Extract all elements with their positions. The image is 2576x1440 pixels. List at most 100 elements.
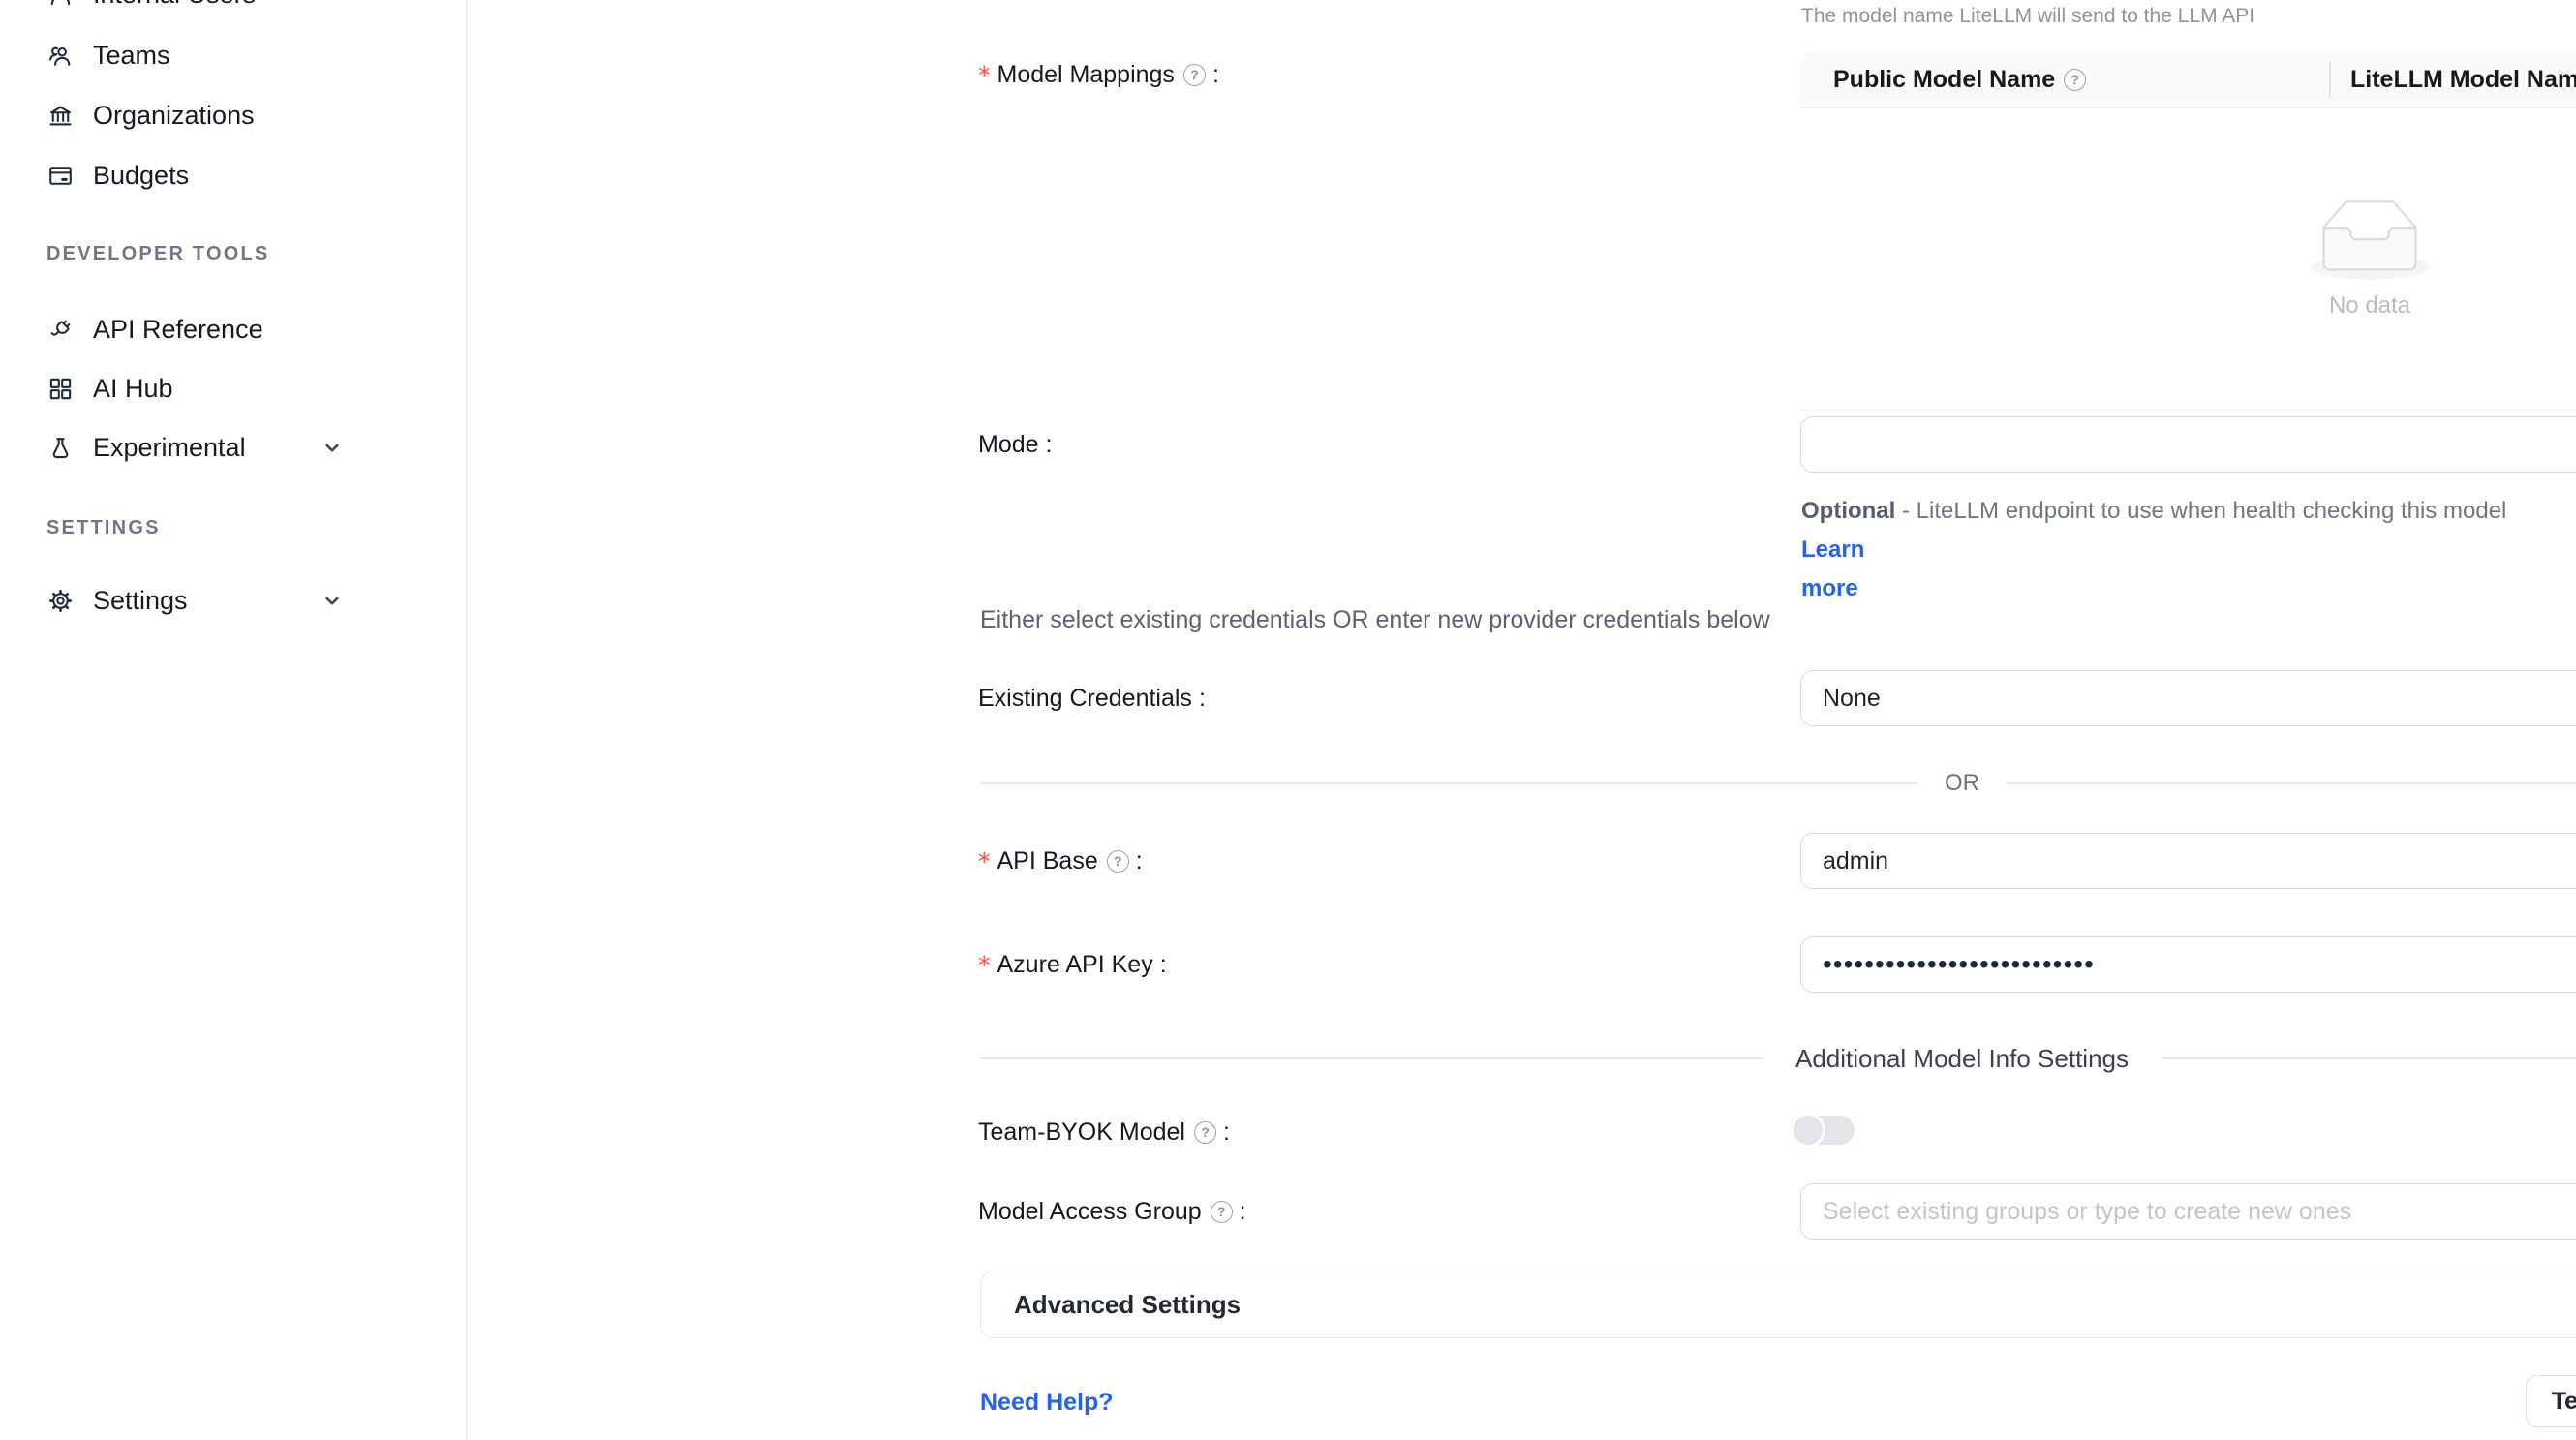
learn-more-link[interactable]: more (1801, 575, 1858, 601)
sidebar-item-label: Internal Users (93, 0, 256, 10)
advanced-settings-title: Advanced Settings (981, 1290, 1241, 1320)
sidebar-item-label: Organizations (93, 101, 255, 131)
sidebar-item-label: Settings (93, 586, 188, 616)
existing-credentials-value: None (1801, 685, 1881, 713)
mode-label: Mode (978, 431, 1039, 459)
mode-help-body: - LiteLLM endpoint to use when health ch… (1902, 498, 2506, 524)
api-base-input[interactable] (1801, 834, 2576, 888)
existing-credentials-select[interactable]: None (1800, 670, 2576, 726)
sidebar-item-ai-hub[interactable]: AI Hub (0, 359, 467, 417)
column-divider (2329, 62, 2331, 99)
sidebar-group-developer-tools: DEVELOPER TOOLS (46, 243, 269, 265)
team-byok-label-row: Team-BYOK Model ? : (978, 1115, 1230, 1149)
model-access-group-placeholder: Select existing groups or type to create… (1801, 1198, 2351, 1226)
sidebar-group-settings: SETTINGS (46, 517, 161, 539)
test-connect-button[interactable]: Test Connect (2526, 1375, 2576, 1427)
add-model-form: The model name LiteLLM will send to the … (467, 0, 2576, 1440)
additional-settings-divider: Additional Model Info Settings (980, 1044, 2576, 1073)
label-colon: : (1136, 847, 1143, 875)
help-circle-icon[interactable]: ? (1107, 850, 1129, 873)
divider-line (2007, 782, 2576, 784)
help-circle-icon[interactable]: ? (1194, 1121, 1216, 1144)
sidebar-item-settings[interactable]: Settings (0, 571, 467, 629)
table-header: Public Model Name ? LiteLLM Model Name ? (1800, 51, 2576, 108)
model-access-group-label: Model Access Group (978, 1198, 1202, 1226)
learn-more-link[interactable]: Learn (1801, 536, 1864, 563)
required-mark: * (978, 61, 991, 89)
table-empty-state: No data (1800, 108, 2576, 411)
existing-credentials-label: Existing Credentials (978, 685, 1192, 713)
team-byok-label: Team-BYOK Model (978, 1118, 1185, 1147)
sidebar-item-experimental[interactable]: Experimental (0, 418, 467, 476)
column-header-public-model-name: Public Model Name ? (1800, 66, 2329, 94)
column-title: Public Model Name (1833, 66, 2055, 94)
sidebar-item-api-reference[interactable]: API Reference (0, 300, 467, 358)
label-colon: : (1199, 685, 1206, 713)
model-mappings-label: Model Mappings (997, 61, 1175, 89)
or-divider: OR (980, 770, 2576, 797)
chevron-down-icon (320, 435, 345, 460)
divider-line (980, 782, 1917, 784)
or-divider-text: OR (1917, 770, 2007, 797)
mode-help-bold: Optional (1801, 498, 1895, 524)
azure-api-key-label-row: * Azure API Key : (978, 947, 1167, 982)
divider-line (2162, 1057, 2576, 1059)
sidebar-item-label: API Reference (93, 315, 263, 345)
label-colon: : (1160, 951, 1167, 979)
api-base-label-row: * API Base ? : (978, 843, 1143, 878)
team-byok-toggle[interactable] (1791, 1113, 1855, 1148)
help-circle-icon[interactable]: ? (1211, 1201, 1233, 1223)
divider-line (980, 1057, 1763, 1059)
flask-icon (46, 434, 75, 462)
add-model-page: Internal Users Teams Organizations Budge… (0, 0, 2576, 1440)
required-mark: * (978, 847, 991, 875)
mode-help-line2: more (1801, 569, 2576, 608)
mode-label-row: Mode : (978, 427, 1053, 462)
sidebar-item-label: AI Hub (93, 374, 173, 404)
appstore-icon (46, 375, 75, 403)
column-title: LiteLLM Model Name (2350, 66, 2576, 94)
gear-icon (46, 587, 75, 615)
toggle-knob (1791, 1113, 1825, 1148)
no-data-text: No data (2329, 292, 2410, 320)
azure-api-key-field (1800, 936, 2576, 993)
sidebar: Internal Users Teams Organizations Budge… (0, 0, 467, 1440)
sidebar-item-organizations[interactable]: Organizations (0, 86, 467, 144)
azure-api-key-label: Azure API Key (997, 951, 1153, 979)
sidebar-item-budgets[interactable]: Budgets (0, 146, 467, 204)
required-mark: * (978, 951, 991, 979)
chevron-down-icon (320, 588, 345, 613)
sidebar-item-internal-users[interactable]: Internal Users (0, 0, 467, 23)
bank-icon (46, 102, 75, 130)
user-icon (46, 0, 75, 9)
sidebar-item-label: Experimental (93, 433, 246, 463)
model-mappings-description: The model name LiteLLM will send to the … (1801, 1, 2254, 32)
mode-select[interactable] (1800, 416, 2576, 473)
label-colon: : (1046, 431, 1053, 459)
model-mappings-label-row: * Model Mappings ? : (978, 57, 1219, 92)
need-help-link[interactable]: Need Help? (980, 1389, 1114, 1417)
mode-help-line1: Optional - LiteLLM endpoint to use when … (1801, 492, 2576, 569)
azure-api-key-input[interactable] (1801, 937, 2576, 992)
model-mappings-table: Public Model Name ? LiteLLM Model Name ?… (1800, 51, 2576, 411)
column-header-litellm-model-name: LiteLLM Model Name ? (2329, 66, 2576, 94)
additional-settings-divider-text: Additional Model Info Settings (1763, 1044, 2162, 1074)
sidebar-item-label: Budgets (93, 161, 189, 191)
help-circle-icon[interactable]: ? (1183, 64, 1206, 86)
existing-credentials-label-row: Existing Credentials : (978, 681, 1206, 716)
plug-icon (46, 316, 75, 344)
users-icon (46, 42, 75, 70)
model-access-group-label-row: Model Access Group ? : (978, 1194, 1246, 1229)
sidebar-item-label: Teams (93, 41, 170, 71)
credentials-note: Either select existing credentials OR en… (980, 606, 1770, 634)
api-base-field (1800, 833, 2576, 889)
advanced-settings-panel[interactable]: Advanced Settings (980, 1271, 2576, 1338)
credit-card-icon (46, 162, 75, 190)
label-colon: : (1223, 1118, 1230, 1147)
sidebar-item-teams[interactable]: Teams (0, 26, 467, 84)
model-access-group-select[interactable]: Select existing groups or type to create… (1800, 1183, 2576, 1240)
help-circle-icon[interactable]: ? (2064, 69, 2086, 91)
mode-help-text: Optional - LiteLLM endpoint to use when … (1801, 492, 2576, 608)
label-colon: : (1240, 1198, 1246, 1226)
api-base-label: API Base (997, 847, 1098, 875)
